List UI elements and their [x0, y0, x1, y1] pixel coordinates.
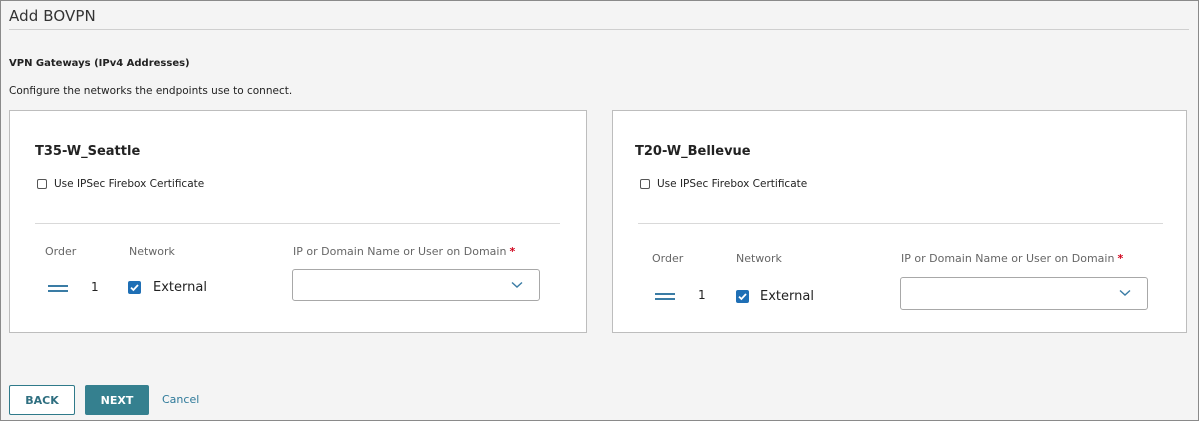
next-button[interactable]: NEXT — [85, 385, 149, 415]
card-divider — [35, 223, 560, 224]
ip-column-header: IP or Domain Name or User on Domain * — [901, 252, 1123, 265]
ip-column-label: IP or Domain Name or User on Domain — [901, 252, 1115, 265]
back-button[interactable]: BACK — [9, 385, 75, 415]
check-icon — [738, 293, 747, 301]
order-column-header: Order — [652, 252, 684, 265]
use-ipsec-cert-checkbox[interactable] — [37, 179, 47, 189]
page-title: Add BOVPN — [9, 7, 96, 25]
network-external-checkbox[interactable] — [736, 290, 749, 303]
drag-handle-icon[interactable] — [48, 285, 68, 292]
chevron-down-icon — [511, 281, 523, 288]
use-ipsec-cert-label: Use IPSec Firebox Certificate — [54, 178, 205, 190]
section-title: VPN Gateways (IPv4 Addresses) — [9, 58, 190, 69]
order-number: 1 — [91, 280, 99, 294]
use-ipsec-cert-option[interactable]: Use IPSec Firebox Certificate — [37, 178, 204, 190]
order-column-header: Order — [45, 245, 77, 258]
network-label: External — [153, 280, 207, 295]
use-ipsec-cert-checkbox[interactable] — [640, 179, 650, 189]
network-label: External — [760, 289, 814, 304]
ip-column-header: IP or Domain Name or User on Domain * — [293, 245, 515, 258]
chevron-down-icon — [1119, 289, 1131, 296]
ip-domain-select[interactable] — [292, 269, 540, 301]
required-marker: * — [509, 245, 516, 258]
gateway-card-bellevue: T20-W_Bellevue Use IPSec Firebox Certifi… — [612, 110, 1187, 333]
ip-domain-select[interactable] — [900, 277, 1148, 310]
network-external-checkbox[interactable] — [128, 281, 141, 294]
use-ipsec-cert-option[interactable]: Use IPSec Firebox Certificate — [640, 178, 807, 190]
gateway-name: T35-W_Seattle — [35, 144, 141, 159]
title-divider — [9, 29, 1189, 30]
section-description: Configure the networks the endpoints use… — [9, 85, 293, 97]
required-marker: * — [1117, 252, 1124, 265]
check-icon — [130, 284, 139, 292]
wizard-frame: Add BOVPN VPN Gateways (IPv4 Addresses) … — [0, 0, 1199, 421]
use-ipsec-cert-label: Use IPSec Firebox Certificate — [657, 178, 808, 190]
cancel-link[interactable]: Cancel — [162, 393, 199, 406]
order-number: 1 — [698, 288, 706, 302]
ip-column-label: IP or Domain Name or User on Domain — [293, 245, 507, 258]
gateway-name: T20-W_Bellevue — [635, 144, 751, 159]
gateway-card-seattle: T35-W_Seattle Use IPSec Firebox Certific… — [9, 110, 587, 333]
card-divider — [638, 223, 1163, 224]
network-column-header: Network — [129, 245, 175, 258]
network-column-header: Network — [736, 252, 782, 265]
drag-handle-icon[interactable] — [655, 293, 675, 300]
